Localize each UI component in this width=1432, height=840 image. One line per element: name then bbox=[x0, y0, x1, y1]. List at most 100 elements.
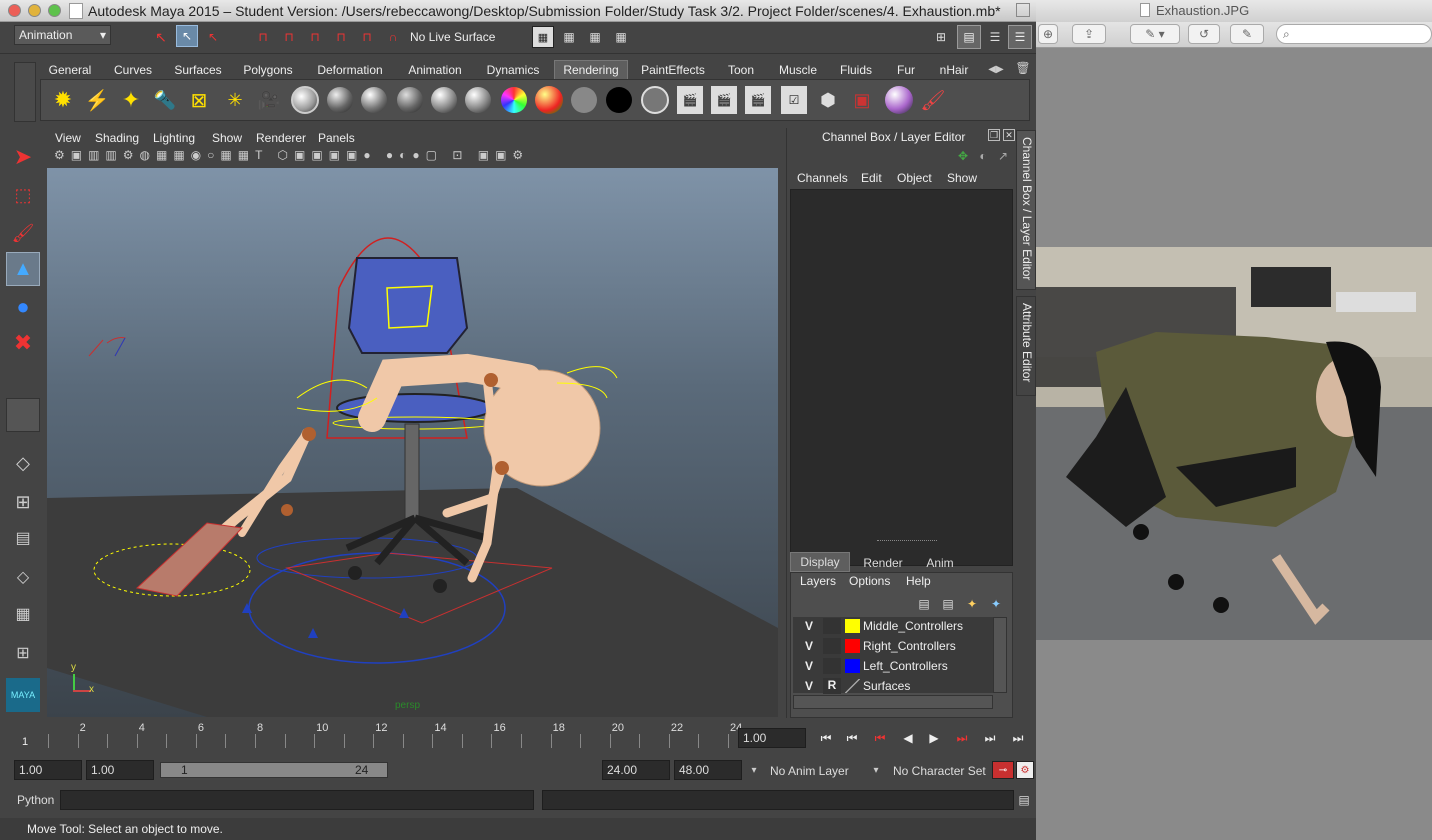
show-menu-cb[interactable]: Show bbox=[947, 171, 977, 185]
current-time-field[interactable]: 1.00 bbox=[738, 728, 806, 748]
zoom-window-button[interactable] bbox=[48, 4, 61, 17]
right-hand-ik-controller[interactable] bbox=[114, 337, 126, 357]
help-menu[interactable]: Help bbox=[906, 574, 931, 588]
panels-menu[interactable]: Panels bbox=[318, 131, 355, 145]
layer-row-right[interactable]: V Right_Controllers bbox=[795, 637, 991, 657]
side-tab-channel-box[interactable]: Channel Box / Layer Editor bbox=[1016, 130, 1036, 290]
step-forward-frame-icon[interactable]: ⏭ bbox=[952, 728, 972, 748]
layered-shader-icon[interactable] bbox=[501, 87, 527, 113]
render-view-icon[interactable]: ▦ bbox=[532, 26, 554, 48]
render-globals-icon[interactable]: ☑ bbox=[781, 86, 807, 114]
tab-fur[interactable]: Fur bbox=[888, 60, 924, 79]
edit-menu[interactable]: Edit bbox=[861, 171, 882, 185]
tab-render[interactable]: Render bbox=[855, 554, 911, 572]
layer-reference-toggle[interactable] bbox=[823, 638, 841, 654]
four-view-layout-icon[interactable]: ⊞ bbox=[6, 486, 40, 518]
shelf-scroll-arrows-icon[interactable]: ◀▶ bbox=[984, 60, 1008, 78]
close-panel-icon[interactable]: ✕ bbox=[1003, 129, 1015, 141]
tab-muscle[interactable]: Muscle bbox=[772, 60, 824, 79]
select-component-icon[interactable]: ↖ bbox=[202, 26, 224, 48]
snap-curve-icon[interactable]: ⊓ bbox=[278, 26, 300, 48]
volume-light-icon[interactable]: ✳ bbox=[221, 86, 249, 114]
live-surface-button[interactable]: No Live Surface bbox=[406, 27, 508, 47]
select-tool-icon[interactable]: ➤ bbox=[6, 140, 40, 174]
layer-color-swatch[interactable] bbox=[845, 679, 860, 693]
manipulator-icon[interactable]: ✥ bbox=[955, 148, 971, 164]
script-editor-icon[interactable]: ▤ bbox=[1016, 792, 1032, 808]
toggle-sidebar-icon[interactable]: ⊞ bbox=[930, 26, 952, 48]
ipr-icon[interactable]: 🎬 bbox=[711, 86, 737, 114]
speed-icon[interactable]: ◐ bbox=[975, 148, 991, 164]
rotate-icon[interactable]: ↺ bbox=[1188, 24, 1220, 44]
step-forward-key-icon[interactable]: ⏭ bbox=[980, 728, 1000, 748]
layers-menu[interactable]: Layers bbox=[800, 574, 836, 588]
single-perspective-layout-icon[interactable]: ◇ bbox=[6, 446, 40, 480]
tab-painteffects[interactable]: PaintEffects bbox=[634, 60, 712, 79]
scale-tool-icon[interactable]: ✖ bbox=[6, 326, 40, 360]
layer-hscrollbar[interactable] bbox=[793, 695, 993, 709]
edit-toolbar-icon[interactable]: ✎ bbox=[1230, 24, 1264, 44]
tab-nhair[interactable]: nHair bbox=[930, 60, 978, 79]
persp-graph-layout-icon[interactable]: ◇ bbox=[6, 560, 40, 594]
layer-scrollbar[interactable] bbox=[993, 617, 1007, 693]
float-panel-icon[interactable]: ❐ bbox=[988, 129, 1000, 141]
point-light-icon[interactable]: ✦ bbox=[117, 86, 145, 114]
material-icon[interactable] bbox=[885, 86, 913, 114]
channels-menu[interactable]: Channels bbox=[797, 171, 848, 185]
layer-name[interactable]: Right_Controllers bbox=[863, 639, 956, 653]
trash-icon[interactable]: 🗑 bbox=[1014, 58, 1032, 78]
go-to-start-icon[interactable]: ⏮ bbox=[816, 728, 836, 748]
tab-fluids[interactable]: Fluids bbox=[832, 60, 880, 79]
tab-rendering[interactable]: Rendering bbox=[554, 60, 628, 79]
camera-icon[interactable]: 🎥 bbox=[255, 86, 283, 114]
render-icon[interactable]: 🎬 bbox=[677, 86, 703, 114]
layer-add-icon[interactable]: ✦ bbox=[987, 595, 1005, 613]
play-backwards-icon[interactable]: ◀ bbox=[898, 728, 918, 748]
splitter-handle[interactable] bbox=[877, 540, 937, 544]
layer-name[interactable]: Middle_Controllers bbox=[863, 619, 963, 633]
spot-light-icon[interactable]: 🔦 bbox=[151, 86, 179, 114]
hypershade-layout-icon[interactable]: ▦ bbox=[6, 598, 40, 630]
ambient-occlusion-icon[interactable] bbox=[291, 86, 319, 114]
shelf-menu-button[interactable] bbox=[14, 62, 36, 122]
new-layer-icon[interactable]: ▤ bbox=[915, 595, 933, 613]
maya-logo-icon[interactable]: MAYA bbox=[6, 678, 40, 712]
new-layer-selected-icon[interactable]: ▤ bbox=[939, 595, 957, 613]
character-set-dropdown-icon[interactable]: ▾ bbox=[870, 762, 882, 778]
attribute-editor-toggle-icon[interactable]: ☰ bbox=[1008, 25, 1032, 49]
layer-reference-toggle[interactable] bbox=[823, 658, 841, 674]
pin-icon[interactable]: ↗ bbox=[995, 148, 1011, 164]
layer-name[interactable]: Left_Controllers bbox=[863, 659, 948, 673]
ambient-light-icon[interactable]: ✹ bbox=[49, 86, 77, 114]
tab-anim[interactable]: Anim bbox=[915, 554, 965, 572]
time-slider[interactable]: 2 4 6 8 10 12 14 16 18 20 22 24 bbox=[18, 720, 742, 752]
graph-editor-layout-icon[interactable]: ⊞ bbox=[6, 636, 40, 670]
menu-set-dropdown[interactable]: Animation ▾ bbox=[14, 25, 111, 45]
options-menu[interactable]: Options bbox=[849, 574, 890, 588]
surface-shader-icon[interactable] bbox=[571, 87, 597, 113]
tab-surfaces[interactable]: Surfaces bbox=[168, 60, 228, 79]
markup-pen-icon[interactable]: ✎ ▾ bbox=[1130, 24, 1180, 44]
chair-back[interactable] bbox=[347, 257, 469, 354]
ipr-render-icon[interactable]: ▦ bbox=[584, 26, 606, 48]
range-slider[interactable]: 1 24 bbox=[160, 762, 388, 778]
tab-curves[interactable]: Curves bbox=[106, 60, 160, 79]
play-forwards-icon[interactable]: ▶ bbox=[924, 728, 944, 748]
tab-general[interactable]: General bbox=[42, 60, 98, 79]
layer-color-swatch[interactable] bbox=[845, 619, 860, 633]
layer-visibility-toggle[interactable]: V bbox=[805, 639, 813, 653]
layer-color-swatch[interactable] bbox=[845, 639, 860, 653]
layer-reference-toggle[interactable] bbox=[823, 618, 841, 634]
start-time-field[interactable]: 1.00 bbox=[14, 760, 82, 780]
layer-row-middle[interactable]: V Middle_Controllers bbox=[795, 617, 991, 637]
snap-grid-icon[interactable]: ⊓ bbox=[252, 26, 274, 48]
render-settings-shelf-icon[interactable]: 🎬 bbox=[745, 86, 771, 114]
render-current-frame-icon[interactable]: ▦ bbox=[558, 26, 580, 48]
directional-light-icon[interactable]: ⚡ bbox=[83, 86, 111, 114]
magnet-icon[interactable]: ∩ bbox=[382, 26, 404, 48]
layer-visibility-toggle[interactable]: V bbox=[805, 619, 813, 633]
search-field[interactable]: ⌕ bbox=[1276, 24, 1432, 44]
layer-color-swatch[interactable] bbox=[845, 659, 860, 673]
last-tool-slot[interactable] bbox=[6, 398, 40, 432]
shading-map-icon[interactable] bbox=[641, 86, 669, 114]
